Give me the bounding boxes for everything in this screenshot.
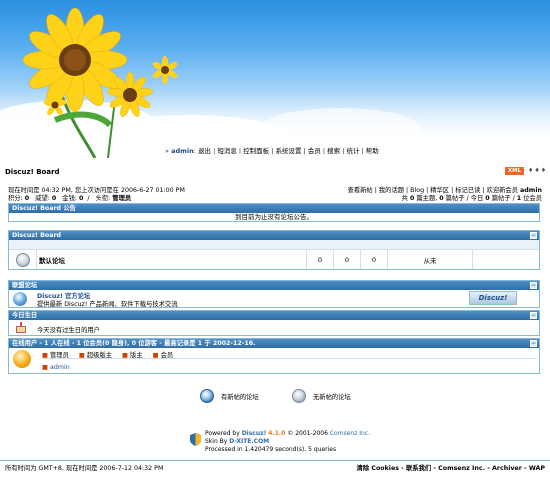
forum-status-icon [15,252,30,267]
nav-logout[interactable]: 退出 [198,147,211,155]
xml-rss-button[interactable]: XML [505,167,524,175]
nav-username[interactable]: admin [171,147,194,155]
collapse-icon[interactable]: − [530,232,537,239]
forum-today-count: 0 [361,250,388,269]
alliance-header[interactable]: 联盟论坛 − [9,281,539,290]
comsenz-link[interactable]: Comsenz Inc. [330,430,370,437]
clear-cookies-link[interactable]: 清除 Cookies [357,465,399,472]
shield-icon [190,433,201,446]
cloud [260,108,420,148]
online-users-icon [13,350,31,368]
collapse-icon[interactable]: − [530,282,537,289]
no-new-posts-icon [292,389,306,403]
forum-topics-count: 0 [307,250,334,269]
user-credits: 积分: 0 威望: 0 金钱: 0 / 头衔: 管理员 [8,195,132,202]
alliance-box: 联盟论坛 − Discuz! 官方论坛 提供最新 Discuz! 产品新闻、软件… [8,280,540,308]
legend-no-new-posts: 无新帖的论坛 [292,389,351,403]
processing-info: Processed in 1.420479 second(s), 5 queri… [205,446,337,453]
nav-arrow-icon: » [165,147,169,155]
archiver-link[interactable]: Archiver [492,465,522,472]
collapse-icon[interactable]: − [530,340,537,347]
announcement-box: Discuz! Board 公告 到目前为止没有论坛公告。 [8,203,540,222]
nav-system-settings[interactable]: 系统设置 [275,147,301,155]
font-size-controls[interactable]: ♦♦♦ [528,167,547,174]
collapse-icon[interactable]: − [530,312,537,319]
online-user-link[interactable]: admin [50,364,70,371]
comsenz-footer-link[interactable]: Comsenz Inc. [438,465,485,472]
contact-us-link[interactable]: 联系我们 [406,465,431,472]
bottom-links: 清除 Cookies - 联系我们 - Comsenz Inc. - Archi… [356,465,545,472]
forum-last-post: 从未 [388,250,473,269]
forum-posts-count: 0 [334,250,361,269]
discuz-link[interactable]: Discuz! [242,430,267,437]
new-posts-icon [200,389,214,403]
footer-credits: Powered by Discuz! 4.1.0 © 2001-2006 Com… [190,430,370,454]
discuz-logo[interactable]: Discuz! [469,291,517,305]
alliance-forum-desc: 提供最新 Discuz! 产品新闻、软件下载与技术交流 [37,301,178,308]
top-navigation: » admin: 退出 | 短消息 | 控制面板 | 系统设置 | 会员 | 搜… [165,147,379,155]
forum-list-box: Discuz! Board − 默认论坛 0 0 0 从未 [8,230,540,270]
announcement-header[interactable]: Discuz! Board 公告 [9,204,539,213]
nav-control-panel[interactable]: 控制面板 [243,147,269,155]
legend-new-posts: 有新帖的论坛 [200,389,259,403]
sunflower-artwork [22,7,178,158]
online-user-item: ■ admin [42,364,70,371]
online-users-header[interactable]: 在线用户 - 1 人在线 - 1 位会员(0 隐身), 0 位游客 - 最高记录… [9,339,539,348]
birthday-box: 今日生日 − 今天没有过生日的用户 [8,310,540,336]
board-stats: 共 0 篇主题, 0 篇帖子 / 今日 0 篇帖子 / 1 位会员 [401,195,542,202]
birthday-text: 今天没有过生日的用户 [37,327,100,334]
forum-category-header[interactable]: Discuz! Board − [9,231,539,240]
link-new-posts[interactable]: 查看新帖 [348,187,373,194]
link-my-topics[interactable]: 我的话题 [379,187,404,194]
online-users-box: 在线用户 - 1 人在线 - 1 位会员(0 隐身), 0 位游客 - 最高记录… [8,338,540,374]
announcement-text: 到目前为止没有论坛公告。 [235,213,313,221]
nav-stats[interactable]: 统计 [346,147,359,155]
skin-author-link[interactable]: D-XITE.COM [229,438,269,445]
forum-row: 默认论坛 0 0 0 从未 [9,249,539,269]
nav-members[interactable]: 会员 [308,147,321,155]
board-title[interactable]: Discuz! Board [5,168,60,176]
globe-icon [13,292,27,306]
timezone-info: 所有时间为 GMT+8, 现在时间是 2006-7-12 04:32 PM [5,465,164,472]
nav-messages[interactable]: 短消息 [217,147,237,155]
nav-help[interactable]: 帮助 [366,147,379,155]
nav-search[interactable]: 搜索 [327,147,340,155]
forum-name-link[interactable]: 默认论坛 [39,255,65,265]
bottom-bar: 所有时间为 GMT+8, 现在时间是 2006-7-12 04:32 PM 清除… [0,460,550,472]
forum-list-header-row [9,240,539,249]
birthday-header[interactable]: 今日生日 − [9,311,539,320]
wap-link[interactable]: WAP [529,465,545,472]
header-banner: » admin: 退出 | 短消息 | 控制面板 | 系统设置 | 会员 | 搜… [0,0,550,158]
cake-icon [15,322,27,333]
